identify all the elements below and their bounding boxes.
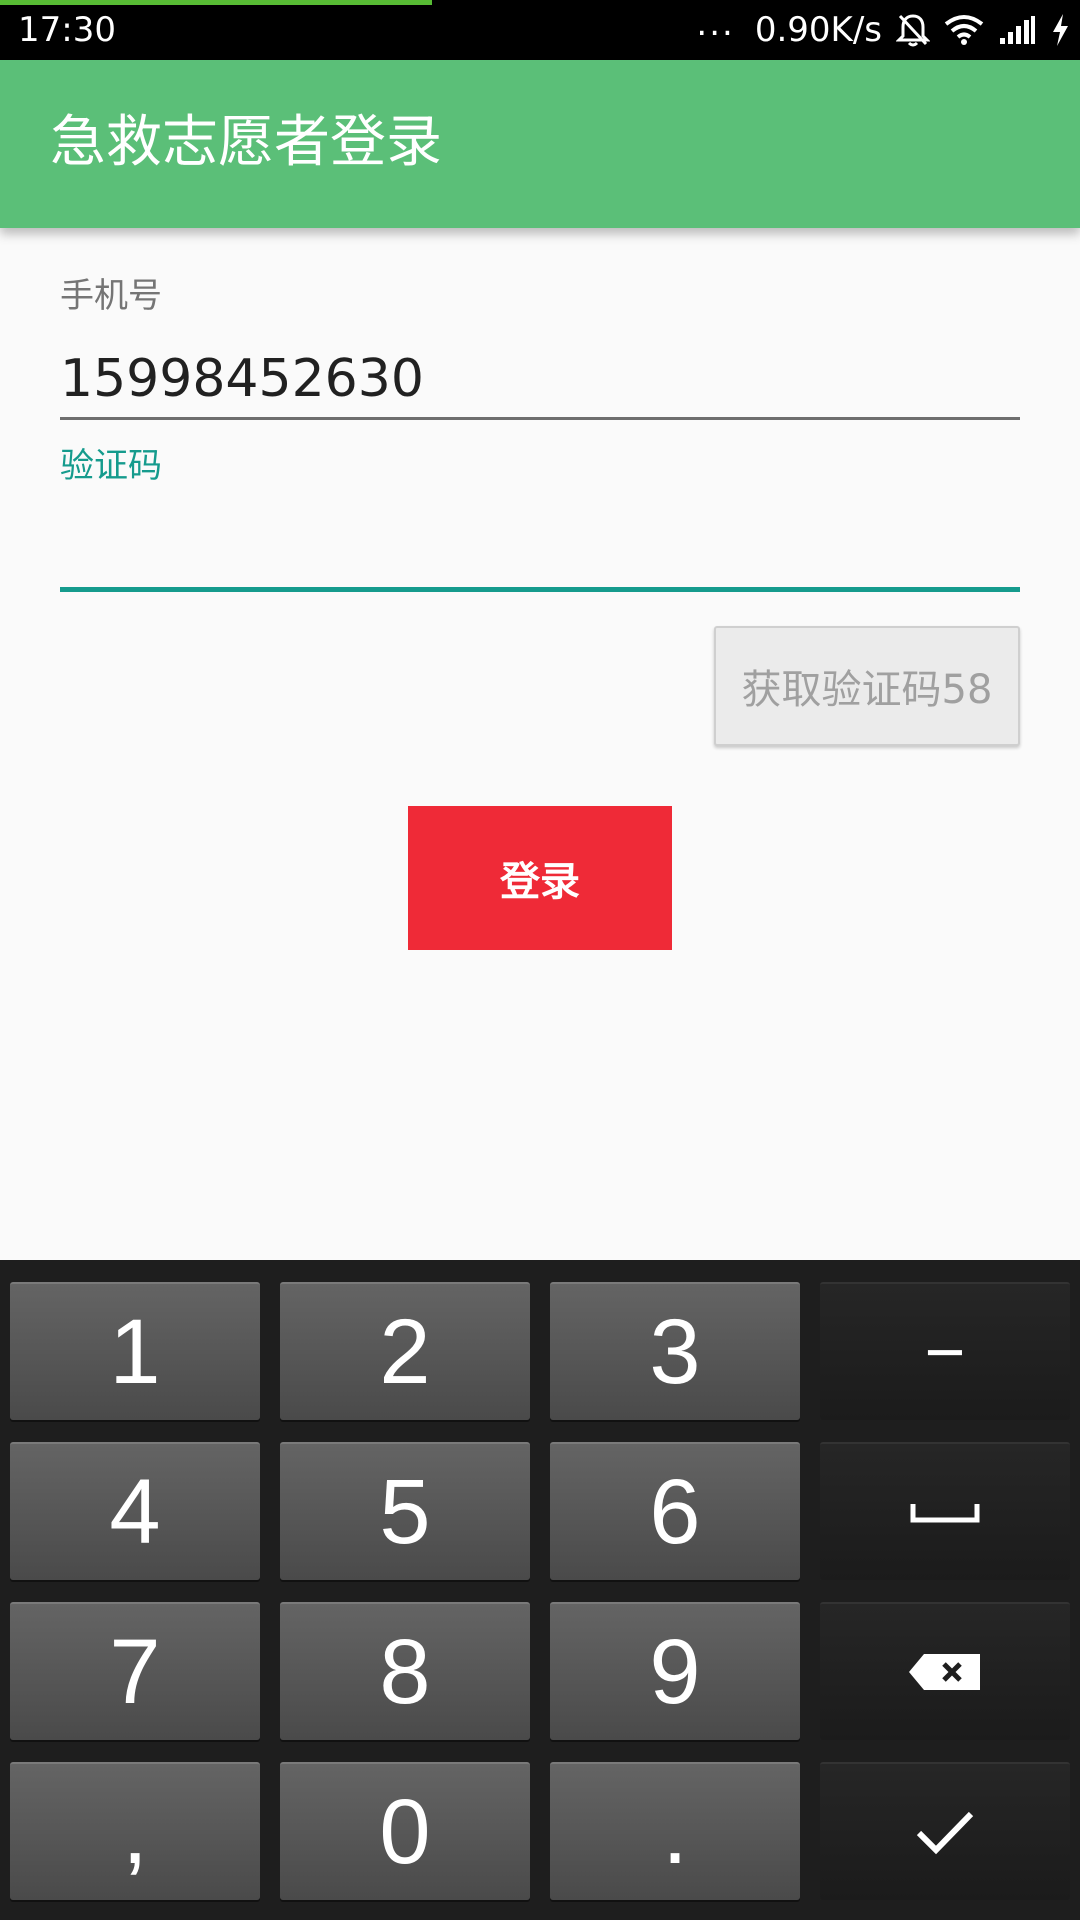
charging-icon [1050, 13, 1070, 47]
wifi-icon [944, 14, 984, 46]
check-icon [915, 1809, 975, 1855]
key-space[interactable] [820, 1442, 1070, 1580]
bell-off-icon [896, 12, 930, 48]
key-0[interactable]: 0 [280, 1762, 530, 1900]
numeric-keyboard: 1 2 3 − 4 5 6 7 8 9 , 0 . [0, 1260, 1080, 1920]
key-7[interactable]: 7 [10, 1602, 260, 1740]
status-icons: ... 0.90K/s [696, 4, 1070, 52]
key-3[interactable]: 3 [550, 1282, 800, 1420]
page-load-progress [0, 0, 432, 5]
phone-field[interactable]: 15998452630 [60, 340, 1020, 420]
key-5[interactable]: 5 [280, 1442, 530, 1580]
key-backspace[interactable] [820, 1602, 1070, 1740]
key-9[interactable]: 9 [550, 1602, 800, 1740]
key-done[interactable] [820, 1762, 1070, 1900]
verification-code-label: 验证码 [60, 446, 162, 486]
key-2[interactable]: 2 [280, 1282, 530, 1420]
space-icon [910, 1500, 980, 1524]
status-time: 17:30 [18, 10, 116, 50]
login-button[interactable]: 登录 [408, 806, 672, 950]
key-comma[interactable]: , [10, 1762, 260, 1900]
key-1[interactable]: 1 [10, 1282, 260, 1420]
backspace-icon [908, 1653, 982, 1691]
key-4[interactable]: 4 [10, 1442, 260, 1580]
phone-label: 手机号 [60, 276, 162, 316]
verification-code-field[interactable] [60, 510, 1020, 592]
status-bar: 17:30 ... 0.90K/s [0, 0, 1080, 60]
phone-value: 15998452630 [60, 349, 424, 409]
key-6[interactable]: 6 [550, 1442, 800, 1580]
get-code-button[interactable]: 获取验证码58 [714, 626, 1020, 746]
key-minus[interactable]: − [820, 1282, 1070, 1420]
app-bar: 急救志愿者登录 [0, 60, 1080, 228]
more-notifications-indicator: ... [696, 4, 735, 44]
signal-icon [998, 14, 1036, 46]
page-title: 急救志愿者登录 [50, 110, 442, 175]
key-8[interactable]: 8 [280, 1602, 530, 1740]
network-speed: 0.90K/s [754, 10, 882, 50]
key-period[interactable]: . [550, 1762, 800, 1900]
